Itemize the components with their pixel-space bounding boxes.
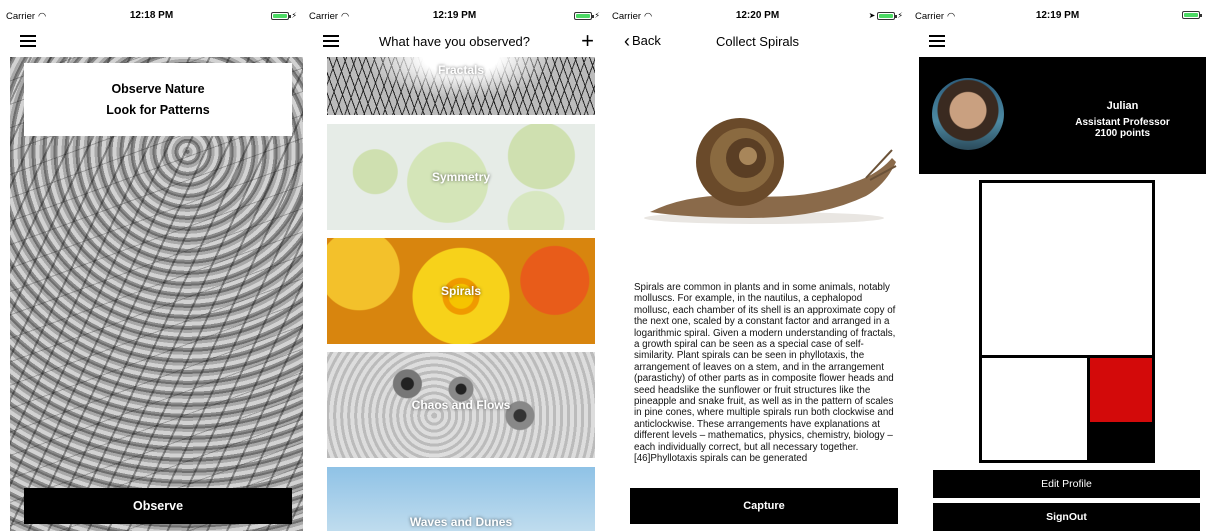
navbar <box>909 28 1206 56</box>
description-text: Spirals are common in plants and in some… <box>634 282 896 465</box>
category-label: Waves and Dunes <box>409 515 513 529</box>
intro-line-2: Look for Patterns <box>106 102 210 117</box>
observe-button[interactable]: Observe <box>24 488 292 524</box>
status-bar: Carrier ◠ 12:20 PM ➤ ⚡ <box>606 0 909 22</box>
plus-icon[interactable]: + <box>581 28 594 54</box>
categories-screen: Carrier ◠ 12:19 PM ⚡ What have you observ… <box>303 0 606 531</box>
menu-icon[interactable] <box>929 35 945 47</box>
profile-card: Julian Assistant Professor 2100 points <box>919 57 1206 174</box>
status-time: 12:19 PM <box>1035 10 1080 21</box>
category-label: Spirals <box>440 284 482 298</box>
mondrian-black-block <box>1090 422 1152 460</box>
category-fractals[interactable]: Fractals <box>327 57 595 115</box>
profile-points: 2100 points <box>1094 128 1151 139</box>
avatar <box>932 78 1004 150</box>
edit-profile-button[interactable]: Edit Profile <box>933 470 1200 498</box>
battery-icon <box>1182 11 1202 19</box>
location-arrow-icon: ➤ <box>868 11 876 20</box>
profile-screen: Carrier ◠ 12:19 PM Julian Assistant Profe… <box>909 0 1206 531</box>
category-label: Fractals <box>437 63 485 77</box>
status-bar: Carrier ◠ 12:19 PM <box>909 0 1206 22</box>
category-chaos-and-flows[interactable]: Chaos and Flows <box>327 352 595 458</box>
intro-card: Observe Nature Look for Patterns <box>24 63 292 136</box>
profile-name: Julian <box>1106 100 1139 112</box>
status-bar: Carrier ◠ 12:19 PM ⚡ <box>303 0 606 22</box>
menu-icon[interactable] <box>20 35 36 47</box>
detail-screen: Carrier ◠ 12:20 PM ➤ ⚡ ‹ Back Collect Spira… <box>606 0 909 531</box>
category-label: Symmetry <box>431 170 491 184</box>
signout-button[interactable]: SignOut <box>933 503 1200 531</box>
category-symmetry[interactable]: Symmetry <box>327 124 595 230</box>
mondrian-artwork <box>979 180 1155 463</box>
status-bar: Carrier ◠ 12:18 PM ⚡ <box>0 0 303 22</box>
capture-button[interactable]: Capture <box>630 488 898 524</box>
status-time: 12:20 PM <box>735 10 780 21</box>
category-label: Chaos and Flows <box>411 398 511 412</box>
status-time: 12:18 PM <box>129 10 174 21</box>
navbar: ‹ Back Collect Spirals <box>606 28 909 56</box>
category-waves-and-dunes[interactable]: Waves and Dunes <box>327 467 595 531</box>
battery-icon <box>574 11 595 20</box>
charging-icon: ⚡ <box>291 11 297 20</box>
profile-role: Assistant Professor <box>1075 117 1170 128</box>
page-title: Collect Spirals <box>715 34 800 49</box>
snail-image <box>644 118 897 224</box>
charging-icon: ⚡ <box>897 11 903 20</box>
battery-icon <box>877 11 898 20</box>
navbar <box>0 28 303 56</box>
intro-line-1: Observe Nature <box>111 81 205 96</box>
status-time: 12:19 PM <box>432 10 477 21</box>
battery-icon <box>271 11 292 20</box>
navbar: What have you observed? + <box>303 28 606 56</box>
category-spirals[interactable]: Spirals <box>327 238 595 344</box>
charging-icon: ⚡ <box>594 11 600 20</box>
page-title: What have you observed? <box>378 34 531 49</box>
mondrian-red-block <box>1090 358 1152 422</box>
observe-screen: Carrier ◠ 12:18 PM ⚡ Observe Nature Look … <box>0 0 303 531</box>
